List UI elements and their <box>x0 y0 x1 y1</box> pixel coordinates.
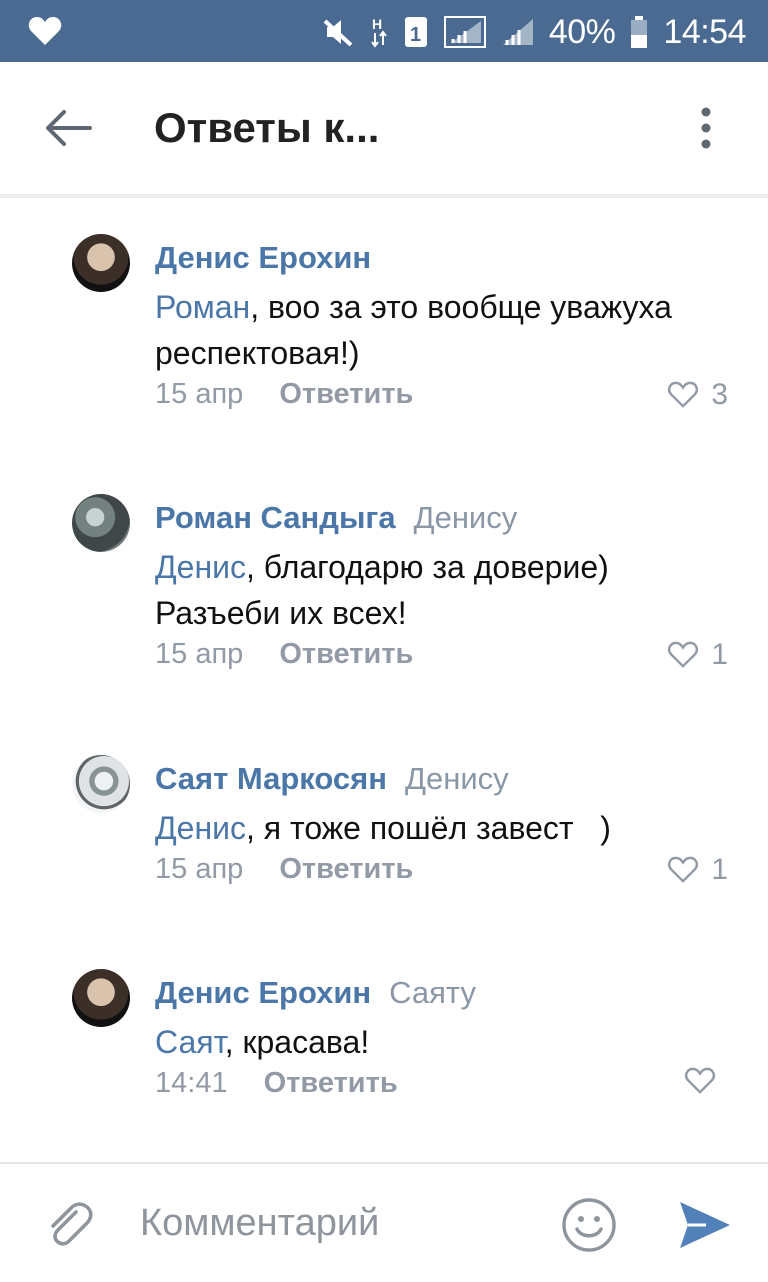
like-button[interactable]: 1 <box>667 638 728 672</box>
avatar[interactable] <box>72 969 130 1027</box>
like-button[interactable]: 3 <box>667 378 728 412</box>
like-button[interactable] <box>684 1067 728 1095</box>
comment-header: Денис Ерохин <box>155 240 371 276</box>
comment-author[interactable]: Денис Ерохин <box>155 240 371 275</box>
clock: 14:54 <box>663 12 746 51</box>
comment-message: , красава! <box>224 1024 370 1060</box>
status-bar: H 1 40% 14:54 <box>0 0 768 62</box>
comment-header: Денис Ерохин Саяту <box>155 975 476 1011</box>
send-icon[interactable] <box>676 1198 732 1252</box>
comment-meta: 15 апр Ответить <box>155 638 413 671</box>
comment-date: 15 апр <box>155 853 244 885</box>
comment-reply-to: Денису <box>404 761 509 796</box>
like-count: 1 <box>711 638 728 671</box>
data-h-icon: H <box>369 15 389 49</box>
like-count: 3 <box>711 378 728 411</box>
signal-icon <box>501 17 535 47</box>
page-title: Ответы к... <box>154 104 380 151</box>
heart-outline-icon <box>685 1067 715 1094</box>
comment-meta: 15 апр Ответить <box>155 853 413 886</box>
svg-text:1: 1 <box>410 24 421 46</box>
reply-button[interactable]: Ответить <box>264 1067 398 1099</box>
heart-outline-icon <box>668 856 699 883</box>
back-arrow-icon[interactable] <box>40 106 96 150</box>
comment-reply-to: Денису <box>413 500 518 535</box>
svg-text:H: H <box>372 16 382 32</box>
comment-meta: 14:41 Ответить <box>155 1067 398 1100</box>
battery-icon <box>629 15 649 49</box>
comment-date: 14:41 <box>155 1067 228 1099</box>
reply-button[interactable]: Ответить <box>279 378 413 410</box>
avatar[interactable] <box>72 494 130 552</box>
comment-text: Роман, воо за это вообще уважуха респект… <box>155 284 715 376</box>
comment-reply-to: Саяту <box>389 975 476 1010</box>
more-options-icon[interactable] <box>694 104 718 152</box>
comment-mention[interactable]: Денис <box>155 549 246 585</box>
reply-button[interactable]: Ответить <box>279 638 413 670</box>
like-count: 1 <box>711 853 728 886</box>
comment-author[interactable]: Саят Маркосян <box>155 761 387 796</box>
comment-author[interactable]: Денис Ерохин <box>155 975 371 1010</box>
sim-1-icon: 1 <box>403 15 429 49</box>
reply-button[interactable]: Ответить <box>279 853 413 885</box>
battery-percent: 40% <box>548 12 616 51</box>
comment-input[interactable] <box>138 1192 542 1254</box>
comment-mention[interactable]: Денис <box>155 810 246 846</box>
comment-text: Денис, я тоже пошёл завест ) <box>155 805 715 851</box>
comment-text: Саят, красава! <box>155 1019 715 1065</box>
like-button[interactable]: 1 <box>667 853 728 887</box>
comment-date: 15 апр <box>155 638 244 670</box>
comment-mention[interactable]: Роман <box>155 289 250 325</box>
mute-icon <box>321 17 355 47</box>
comment-mention[interactable]: Саят <box>155 1024 225 1060</box>
comment-message: , я тоже пошёл завест ) <box>246 810 611 846</box>
comment-meta: 15 апр Ответить <box>155 378 413 411</box>
comment-author[interactable]: Роман Сандыга <box>155 500 396 535</box>
signal-icon <box>443 15 487 49</box>
comment-input-bar <box>0 1162 768 1282</box>
comment-header: Саят Маркосян Денису <box>155 761 509 797</box>
heart-outline-icon <box>668 381 699 408</box>
comment-date: 15 апр <box>155 378 244 410</box>
heart-outline-icon <box>668 641 699 668</box>
heart-icon <box>28 16 62 51</box>
avatar[interactable] <box>72 755 130 813</box>
paperclip-icon[interactable] <box>42 1198 96 1252</box>
comment-text: Денис, благодарю за доверие) Разъеби их … <box>155 544 715 636</box>
toolbar: Ответы к... <box>0 62 768 198</box>
smiley-icon[interactable] <box>560 1196 618 1254</box>
avatar[interactable] <box>72 234 130 292</box>
comment-header: Роман Сандыга Денису <box>155 500 517 536</box>
